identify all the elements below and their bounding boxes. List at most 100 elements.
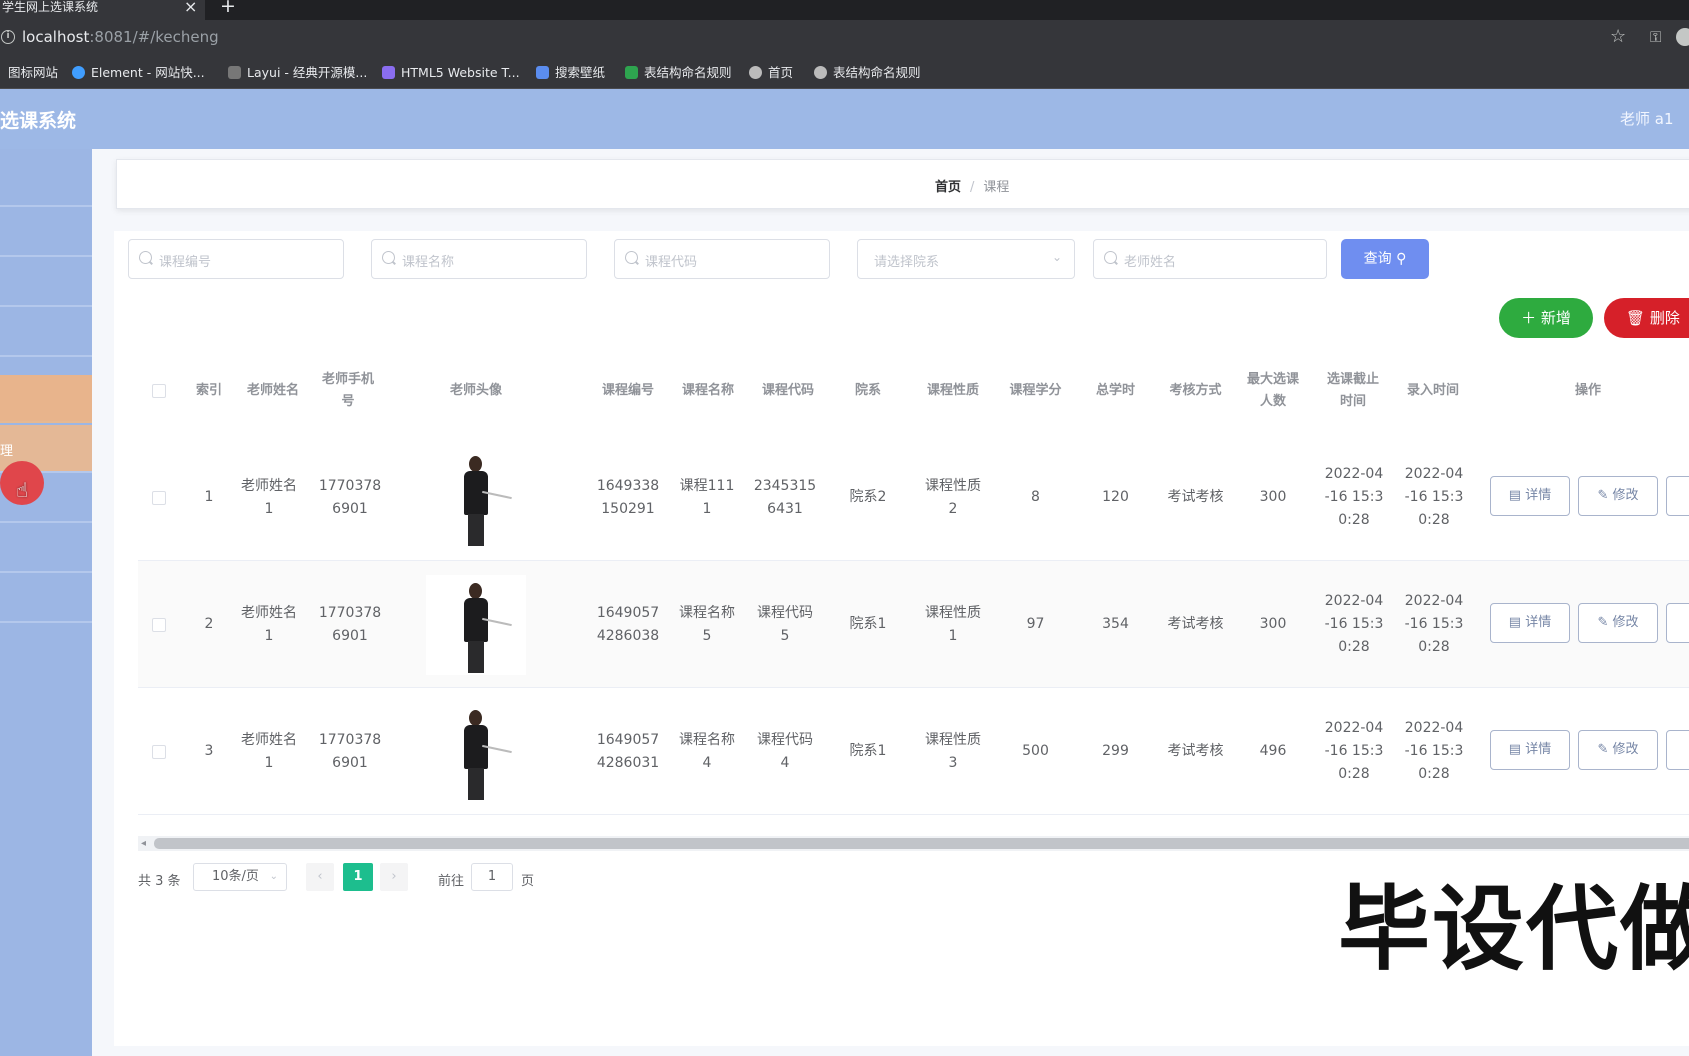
- department-select[interactable]: 请选择院系 ⌄: [857, 239, 1075, 279]
- cell-credit: 500: [1022, 743, 1049, 759]
- delete-button[interactable]: 🗑 删除: [1604, 298, 1689, 338]
- select-all-checkbox[interactable]: [152, 384, 166, 398]
- teacher-name-input[interactable]: 老师姓名: [1093, 239, 1327, 279]
- scroll-thumb[interactable]: [154, 838, 1689, 849]
- detail-button[interactable]: ▤ 详情: [1490, 730, 1570, 770]
- course-no-input[interactable]: 课程编号: [128, 239, 344, 279]
- bookmark-item[interactable]: HTML5 Website T...: [382, 64, 520, 82]
- cell-assessment: 考试考核: [1167, 743, 1224, 759]
- query-button[interactable]: 查询 ⚲: [1341, 239, 1429, 279]
- course-name-input[interactable]: 课程名称: [371, 239, 587, 279]
- url-host: localhost: [22, 28, 90, 46]
- cell-course-no: 1649338150291: [596, 477, 660, 517]
- sidebar-item[interactable]: [0, 575, 92, 623]
- pencil-icon: ✎: [1597, 615, 1609, 630]
- cell-course-name: 课程名称5: [679, 604, 735, 644]
- edit-button[interactable]: ✎ 修改: [1578, 730, 1658, 770]
- edit-button[interactable]: ✎ 修改: [1578, 603, 1658, 643]
- horizontal-scrollbar[interactable]: ◂: [138, 836, 1689, 851]
- breadcrumb-current: 课程: [983, 180, 1010, 195]
- delete-row-button[interactable]: [1666, 476, 1689, 516]
- table-row[interactable]: 2 老师姓名1 17703786901 16490574286038 课程名称5…: [138, 561, 1689, 688]
- breadcrumb-home[interactable]: 首页: [935, 180, 961, 195]
- detail-button[interactable]: ▤ 详情: [1490, 603, 1570, 643]
- user-label[interactable]: 老师 a1: [1620, 108, 1674, 129]
- cell-course-code: 23453156431: [753, 477, 817, 517]
- cell-nature: 课程性质3: [925, 731, 981, 771]
- add-button[interactable]: ＋ 新增: [1499, 298, 1593, 338]
- url-field[interactable]: localhost:8081/#/kecheng: [22, 28, 219, 46]
- row-checkbox[interactable]: [152, 490, 166, 505]
- cell-deadline: 2022-04-16 15:30:28: [1324, 720, 1384, 782]
- sidebar-item[interactable]: [0, 525, 92, 573]
- address-bar: i localhost:8081/#/kecheng ☆ ⚿: [0, 20, 1689, 56]
- bookmark-star-icon[interactable]: ☆: [1610, 26, 1626, 47]
- bookmark-item[interactable]: 搜索壁纸: [536, 64, 605, 82]
- sidebar-item[interactable]: [0, 259, 92, 307]
- select-all-cell: [138, 349, 180, 433]
- page-number-active[interactable]: 1: [343, 863, 373, 891]
- table-row[interactable]: 1 老师姓名1 17703786901 1649338150291 课程1111…: [138, 434, 1689, 561]
- bookmark-item[interactable]: Layui - 经典开源模...: [228, 64, 367, 82]
- cell-teacher-phone: 17703786901: [318, 604, 382, 644]
- bookmark-item[interactable]: 表结构命名规则: [814, 64, 921, 82]
- new-tab-icon[interactable]: +: [220, 0, 236, 16]
- breadcrumb-separator: /: [970, 180, 975, 195]
- globe-icon: [749, 66, 762, 79]
- profile-icon[interactable]: [1676, 28, 1689, 46]
- column-header: 总学时: [1095, 383, 1135, 398]
- delete-row-button[interactable]: [1666, 730, 1689, 770]
- cell-course-no: 16490574286038: [596, 604, 660, 644]
- row-checkbox[interactable]: [152, 744, 166, 759]
- bookmark-item[interactable]: 表结构命名规则: [625, 64, 732, 82]
- column-header: 老师头像: [449, 383, 502, 398]
- search-icon: ⚲: [1396, 251, 1407, 267]
- cell-max-students: 496: [1259, 743, 1287, 759]
- prev-page-button[interactable]: ‹: [306, 863, 334, 891]
- bookmark-item[interactable]: 首页: [749, 64, 793, 82]
- row-checkbox[interactable]: [152, 617, 166, 632]
- sidebar-item[interactable]: [0, 309, 92, 357]
- column-header: 课程代码: [761, 383, 814, 398]
- cell-teacher-phone: 17703786901: [318, 477, 382, 517]
- info-icon[interactable]: i: [1, 30, 15, 44]
- next-page-button[interactable]: ›: [380, 863, 408, 891]
- sheet-icon: [625, 66, 638, 79]
- total-count: 共 3 条: [138, 874, 181, 889]
- tab-title: 学生网上选课系统: [2, 0, 99, 14]
- cell-course-code: 课程代码5: [757, 604, 813, 644]
- close-icon[interactable]: ×: [184, 0, 197, 15]
- document-icon: ▤: [1508, 742, 1522, 757]
- pencil-icon: ✎: [1597, 742, 1609, 757]
- cell-created: 2022-04-16 15:30:28: [1404, 720, 1464, 782]
- cell-department: 院系1: [849, 743, 887, 759]
- delete-row-button[interactable]: [1666, 603, 1689, 643]
- sidebar-item[interactable]: [0, 209, 92, 257]
- course-code-input[interactable]: 课程代码: [614, 239, 830, 279]
- bookmark-item[interactable]: 图标网站: [8, 64, 58, 82]
- cell-created: 2022-04-16 15:30:28: [1404, 466, 1464, 528]
- scroll-left-icon[interactable]: ◂: [141, 836, 146, 851]
- cell-teacher-name: 老师姓名1: [241, 477, 297, 517]
- table-row[interactable]: 3 老师姓名1 17703786901 16490574286031 课程名称4…: [138, 688, 1689, 815]
- sidebar-item-active[interactable]: [0, 375, 92, 423]
- cell-assessment: 考试考核: [1167, 616, 1224, 632]
- cell-nature: 课程性质2: [925, 477, 981, 517]
- cell-hours: 299: [1102, 743, 1129, 759]
- chevron-down-icon: ⌄: [269, 871, 278, 882]
- goto-page-input[interactable]: 1: [471, 863, 513, 891]
- cell-index: 1: [204, 489, 214, 505]
- column-header: 老师手机号: [321, 372, 374, 409]
- browser-tab[interactable]: 学生网上选课系统 ×: [0, 0, 205, 20]
- column-header: 课程学分: [1009, 383, 1062, 398]
- key-icon[interactable]: ⚿: [1650, 28, 1661, 46]
- edit-button[interactable]: ✎ 修改: [1578, 476, 1658, 516]
- bookmark-item[interactable]: Element - 网站快...: [72, 64, 205, 82]
- sidebar-item[interactable]: [0, 159, 92, 207]
- cell-course-name: 课程名称4: [679, 731, 735, 771]
- detail-button[interactable]: ▤ 详情: [1490, 476, 1570, 516]
- cell-hours: 120: [1102, 489, 1129, 505]
- cell-created: 2022-04-16 15:30:28: [1404, 593, 1464, 655]
- cell-index: 2: [204, 616, 214, 632]
- page-size-select[interactable]: 10条/页 ⌄: [193, 863, 287, 891]
